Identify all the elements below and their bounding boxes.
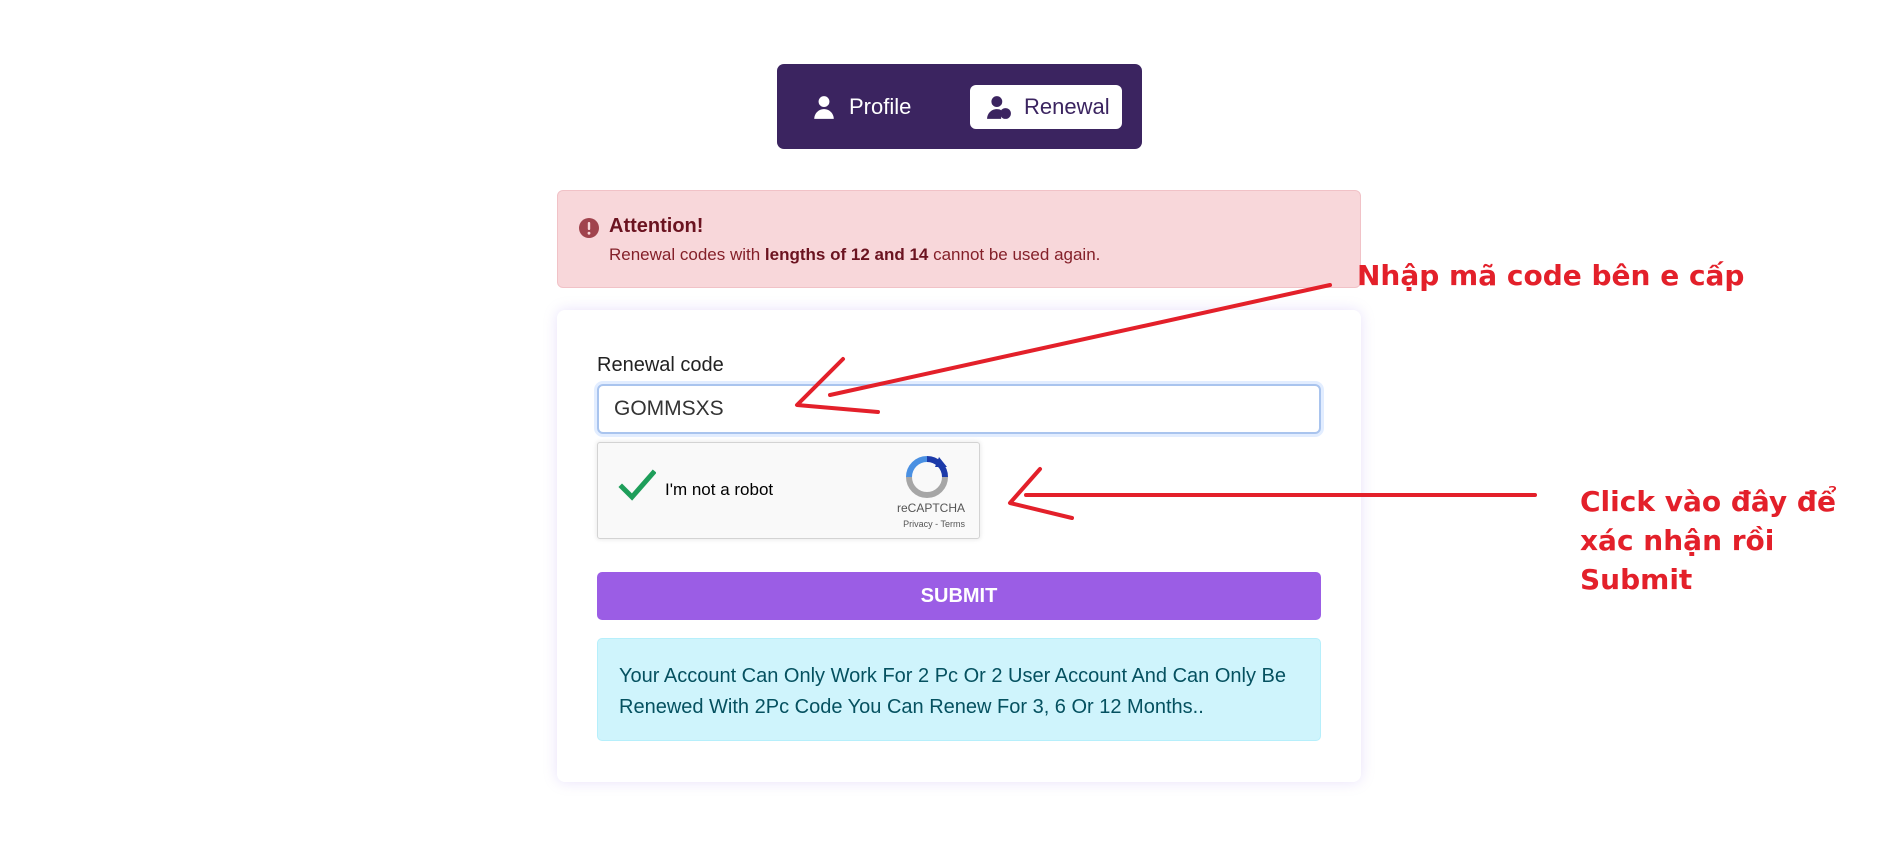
user-renew-icon (987, 95, 1011, 119)
renewal-code-input[interactable] (597, 384, 1321, 434)
tab-renewal[interactable]: Renewal (970, 84, 1122, 129)
recaptcha-logo-icon (906, 456, 948, 498)
recaptcha-terms-link[interactable]: Terms (941, 519, 966, 529)
recaptcha-label: I'm not a robot (665, 480, 774, 499)
recaptcha-links: Privacy - Terms (903, 519, 965, 529)
submit-button[interactable]: SUBMIT (597, 572, 1321, 620)
renewal-code-label: Renewal code (597, 354, 724, 376)
annotation-captcha-hint: Click vào đây để xác nhận rồi Submit (1580, 485, 1836, 596)
recaptcha-privacy-link[interactable]: Privacy (903, 519, 933, 529)
tab-bar: Profile Renewal (777, 64, 1142, 149)
tab-profile-label: Profile (849, 93, 912, 119)
renewal-form-card: Renewal code I'm not a robot reCAPTCHA P… (557, 310, 1361, 782)
checkmark-icon[interactable] (618, 467, 656, 505)
alert-message-bold: lengths of 12 and 14 (764, 245, 929, 264)
info-message: Your Account Can Only Work For 2 Pc Or 2… (597, 638, 1321, 741)
annotation-code-hint: Nhập mã code bên e cấp (1357, 259, 1745, 292)
attention-alert: Attention! Renewal codes with lengths of… (557, 190, 1361, 288)
recaptcha-widget[interactable]: I'm not a robot reCAPTCHA Privacy - Term… (597, 442, 980, 539)
recaptcha-brand: reCAPTCHA (896, 501, 965, 515)
alert-message: Renewal codes with lengths of 12 and 14 … (609, 245, 1101, 264)
tab-renewal-label: Renewal (1024, 93, 1110, 119)
user-icon (814, 95, 834, 119)
tab-profile[interactable]: Profile (797, 85, 958, 129)
alert-title: Attention! (609, 215, 704, 237)
exclamation-circle-icon (579, 218, 599, 238)
